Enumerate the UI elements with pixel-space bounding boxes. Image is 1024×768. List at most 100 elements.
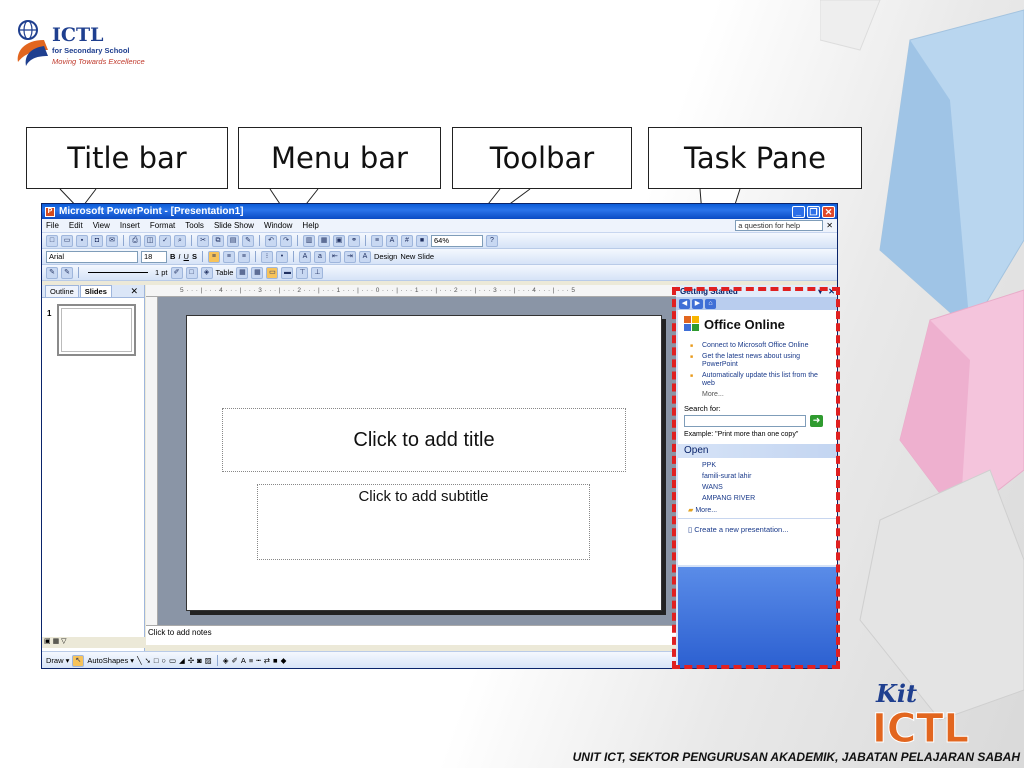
- research-icon[interactable]: ⌕: [174, 234, 186, 247]
- fill-color-icon[interactable]: ◈: [200, 266, 213, 279]
- slide-show-icon[interactable]: ▽: [61, 638, 66, 645]
- print-preview-icon[interactable]: ◫: [144, 234, 156, 247]
- picture-icon[interactable]: ▨: [205, 656, 212, 665]
- new-icon[interactable]: □: [46, 234, 58, 247]
- wordart-icon[interactable]: ◢: [179, 656, 185, 665]
- menu-item-file[interactable]: File: [46, 221, 59, 230]
- insert-chart-icon[interactable]: ▥: [303, 234, 315, 247]
- task-pane-close-icon[interactable]: ✕: [828, 287, 835, 296]
- align-left-icon[interactable]: ≡: [207, 250, 220, 263]
- tables-borders-icon[interactable]: ▣: [333, 234, 345, 247]
- paste-icon[interactable]: ▤: [227, 234, 239, 247]
- cut-icon[interactable]: ✂: [197, 234, 209, 247]
- clip-art-icon[interactable]: ◙: [197, 656, 202, 665]
- 3d-style-icon[interactable]: ◆: [281, 656, 287, 665]
- recent-file[interactable]: WANS: [702, 484, 831, 491]
- open-more-link[interactable]: ▰ More...: [688, 506, 831, 514]
- slide-thumbnail[interactable]: [57, 304, 136, 356]
- pane-close-icon[interactable]: ✕: [130, 286, 144, 297]
- help-close-icon[interactable]: ✕: [826, 221, 833, 230]
- increase-indent-icon[interactable]: ⇥: [343, 250, 356, 263]
- redo-icon[interactable]: ↷: [280, 234, 292, 247]
- recent-file[interactable]: famili-surat lahir: [702, 473, 831, 480]
- line-style-icon[interactable]: ≡: [249, 656, 253, 665]
- link-auto-update[interactable]: Automatically update this list from the …: [684, 372, 831, 388]
- split-cells-icon[interactable]: ▬: [281, 266, 294, 279]
- save-icon[interactable]: ▪: [76, 234, 88, 247]
- pen-color-icon[interactable]: ✐: [170, 266, 183, 279]
- show-formatting-icon[interactable]: A: [386, 234, 398, 247]
- link-latest-news[interactable]: Get the latest news about using PowerPoi…: [684, 353, 831, 369]
- back-icon[interactable]: ◀: [679, 298, 690, 309]
- underline-button[interactable]: U: [184, 252, 189, 261]
- menu-item-format[interactable]: Format: [150, 221, 175, 230]
- link-connect[interactable]: Connect to Microsoft Office Online: [684, 342, 831, 350]
- slide-sorter-icon[interactable]: ▦: [53, 638, 60, 645]
- menu-item-slide-show[interactable]: Slide Show: [214, 221, 254, 230]
- numbering-icon[interactable]: ⁝: [260, 250, 273, 263]
- italic-button[interactable]: I: [178, 252, 180, 261]
- undo-icon[interactable]: ↶: [265, 234, 277, 247]
- zoom-select[interactable]: 64%: [431, 234, 483, 247]
- copy-icon[interactable]: ⧉: [212, 234, 224, 247]
- font-size-select[interactable]: 18: [141, 250, 167, 263]
- decrease-indent-icon[interactable]: ⇤: [328, 250, 341, 263]
- home-icon[interactable]: ⌂: [705, 298, 716, 309]
- restore-button[interactable]: ❐: [807, 205, 820, 218]
- help-icon[interactable]: ?: [486, 234, 498, 247]
- diagram-icon[interactable]: ✣: [188, 656, 194, 665]
- menu-item-help[interactable]: Help: [302, 221, 318, 230]
- color-grayscale-icon[interactable]: ■: [416, 234, 428, 247]
- border-icon[interactable]: □: [185, 266, 198, 279]
- task-pane-dropdown-icon[interactable]: ▾: [818, 287, 822, 296]
- shadow-style-icon[interactable]: ■: [273, 656, 278, 665]
- format-painter-icon[interactable]: ✎: [242, 234, 254, 247]
- line-style-icon[interactable]: [88, 272, 148, 273]
- insert-column-icon[interactable]: ▦: [251, 266, 264, 279]
- increase-font-icon[interactable]: A: [298, 250, 311, 263]
- draw-menu[interactable]: Draw ▾: [46, 656, 69, 665]
- merge-cells-icon[interactable]: ▭: [266, 266, 279, 279]
- more-link[interactable]: More...: [678, 391, 837, 398]
- align-center-icon[interactable]: ≡: [222, 250, 235, 263]
- font-select[interactable]: Arial: [46, 250, 138, 263]
- email-icon[interactable]: ✉: [106, 234, 118, 247]
- line-icon[interactable]: ╲: [137, 656, 142, 665]
- bullets-icon[interactable]: •: [275, 250, 288, 263]
- table-button[interactable]: Table: [216, 268, 234, 277]
- help-search-input[interactable]: a question for help: [735, 220, 824, 231]
- menu-item-edit[interactable]: Edit: [69, 221, 83, 230]
- menu-item-view[interactable]: View: [93, 221, 110, 230]
- subtitle-placeholder[interactable]: Click to add subtitle: [257, 484, 590, 560]
- edit-alt-icon[interactable]: ✎: [61, 266, 73, 279]
- align-bottom-icon[interactable]: ⊥: [311, 266, 324, 279]
- notes-pane[interactable]: Click to add notes: [146, 625, 676, 645]
- shadow-button[interactable]: S: [192, 252, 197, 261]
- recent-file[interactable]: PPK: [702, 462, 831, 469]
- new-slide-button[interactable]: New Slide: [400, 252, 434, 261]
- tab-slides[interactable]: Slides: [79, 285, 112, 297]
- fill-color-icon[interactable]: ◈: [223, 656, 229, 665]
- expand-all-icon[interactable]: ≡: [371, 234, 383, 247]
- title-placeholder[interactable]: Click to add title: [222, 408, 626, 472]
- forward-icon[interactable]: ▶: [692, 298, 703, 309]
- open-icon[interactable]: ▭: [61, 234, 73, 247]
- permission-icon[interactable]: ◘: [91, 234, 103, 247]
- menu-item-insert[interactable]: Insert: [120, 221, 140, 230]
- tab-outline[interactable]: Outline: [45, 285, 79, 297]
- minimize-button[interactable]: _: [792, 205, 805, 218]
- menu-item-window[interactable]: Window: [264, 221, 292, 230]
- line-color-icon[interactable]: ✐: [232, 656, 238, 665]
- edit-icon[interactable]: ✎: [46, 266, 58, 279]
- insert-row-icon[interactable]: ▦: [236, 266, 249, 279]
- decrease-font-icon[interactable]: a: [313, 250, 326, 263]
- select-objects-icon[interactable]: ↖: [72, 654, 85, 667]
- bold-button[interactable]: B: [170, 252, 175, 261]
- create-presentation-link[interactable]: ▯ Create a new presentation...: [678, 518, 837, 534]
- font-color-icon[interactable]: A: [358, 250, 371, 263]
- rectangle-icon[interactable]: □: [154, 656, 159, 665]
- normal-view-icon[interactable]: ▣: [44, 638, 51, 645]
- textbox-icon[interactable]: ▭: [169, 656, 176, 665]
- hyperlink-icon[interactable]: ⚭: [348, 234, 360, 247]
- font-color-icon[interactable]: A: [241, 656, 246, 665]
